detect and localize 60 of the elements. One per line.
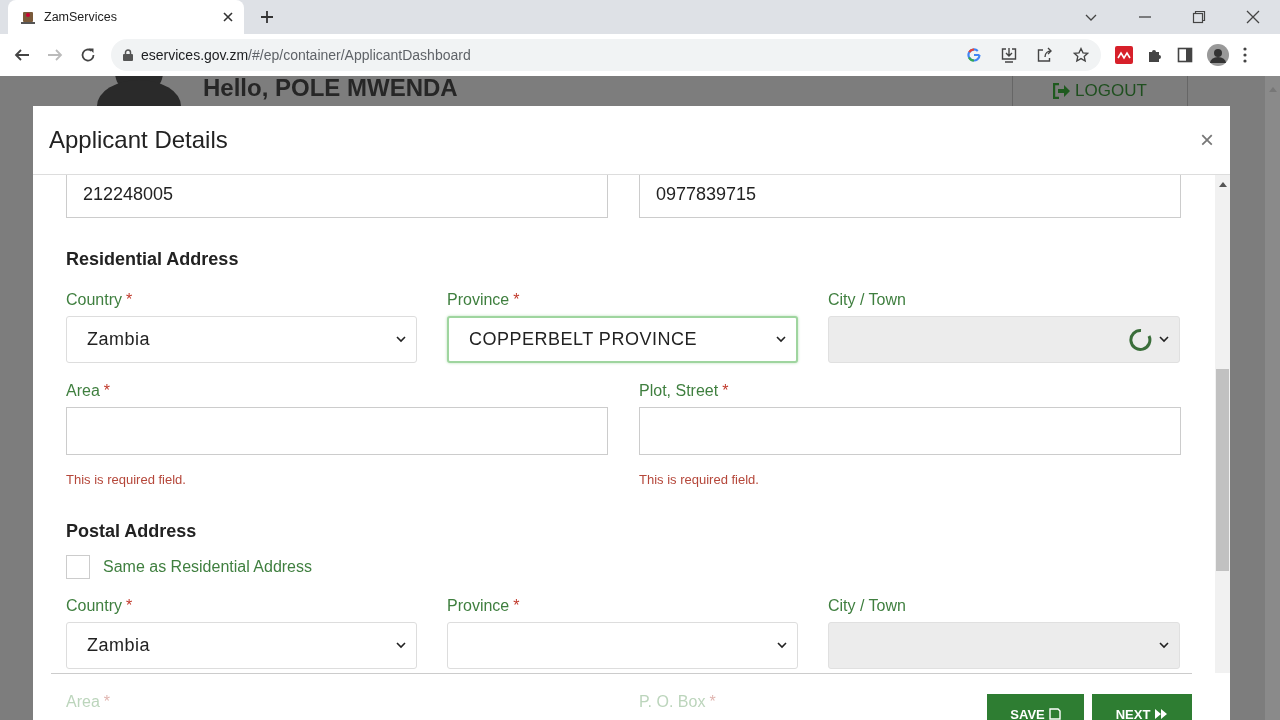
install-icon[interactable] [1001,47,1017,63]
star-icon[interactable] [1073,47,1089,63]
field-label: Area * [66,693,112,712]
error-message: This is required field. [66,472,187,488]
caret-icon [396,642,406,649]
dropdown-field[interactable] [447,622,798,669]
browser-tab[interactable]: ZamServices [8,0,244,34]
dropdown-field[interactable]: Zambia [66,622,417,669]
input-field[interactable] [639,407,1181,455]
field-label: Area * [66,381,112,401]
tab-title: ZamServices [44,10,118,24]
dropdown-field[interactable]: Zambia [66,316,417,363]
field-label: Province * [447,596,521,616]
modal-scrollbar[interactable] [1215,175,1230,673]
close-tab-icon[interactable] [222,11,234,23]
profile-avatar-icon[interactable] [1207,44,1229,66]
section-heading: Postal Address [66,520,198,542]
close-icon[interactable] [1246,10,1260,24]
field-label: City / Town [828,290,907,310]
field-label: Country * [66,290,134,310]
section-heading: Residential Address [66,248,240,270]
input-field[interactable] [66,407,608,455]
checkbox[interactable] [66,555,90,579]
close-button[interactable]: × [1200,126,1214,154]
extension-icon[interactable] [1115,46,1133,64]
menu-icon[interactable] [1243,47,1247,63]
caret-icon [776,336,786,343]
field-label: Country * [66,596,134,616]
input-field[interactable]: 0977839715 [639,175,1181,218]
caret-icon [1159,642,1169,649]
dropdown-field[interactable]: COPPERBELT PROVINCE [447,316,798,363]
scroll-up-icon[interactable] [1218,181,1227,187]
caret-icon [396,336,406,343]
checkbox-label[interactable]: Same as Residential Address [103,558,312,576]
field-label: P. O. Box * [639,693,716,712]
new-tab-icon[interactable] [260,10,274,24]
share-icon[interactable] [1037,47,1053,63]
greeting-text: Hello, POLE MWENDA [203,76,459,100]
side-panel-icon[interactable] [1177,47,1193,63]
caret-icon [1159,336,1169,343]
field-label: Plot, Street * [639,381,730,401]
logout-icon [1053,83,1072,99]
next-button[interactable]: NEXT [1092,694,1192,720]
reload-icon[interactable] [80,47,96,63]
restore-icon[interactable] [1192,10,1206,24]
field-label: City / Town [828,596,907,616]
input-field[interactable]: 212248005 [66,175,608,218]
fast-forward-icon [1154,708,1169,720]
field-label: Province * [447,290,521,310]
caret-icon [777,642,787,649]
google-icon[interactable] [967,48,981,62]
save-button[interactable]: SAVE [987,694,1084,720]
modal-title: Applicant Details [49,126,228,154]
lock-icon [123,49,133,61]
address-field[interactable]: eservices.gov.zm/#/ep/container/ApplicantDashboard [111,39,1101,71]
url-text: eservices.gov.zm/#/ep/container/ApplicantDashboard [141,47,471,63]
page-scrollbar[interactable] [1265,76,1280,720]
error-message: This is required field. [639,472,760,488]
back-icon[interactable] [14,47,30,63]
puzzle-icon[interactable] [1147,47,1163,63]
